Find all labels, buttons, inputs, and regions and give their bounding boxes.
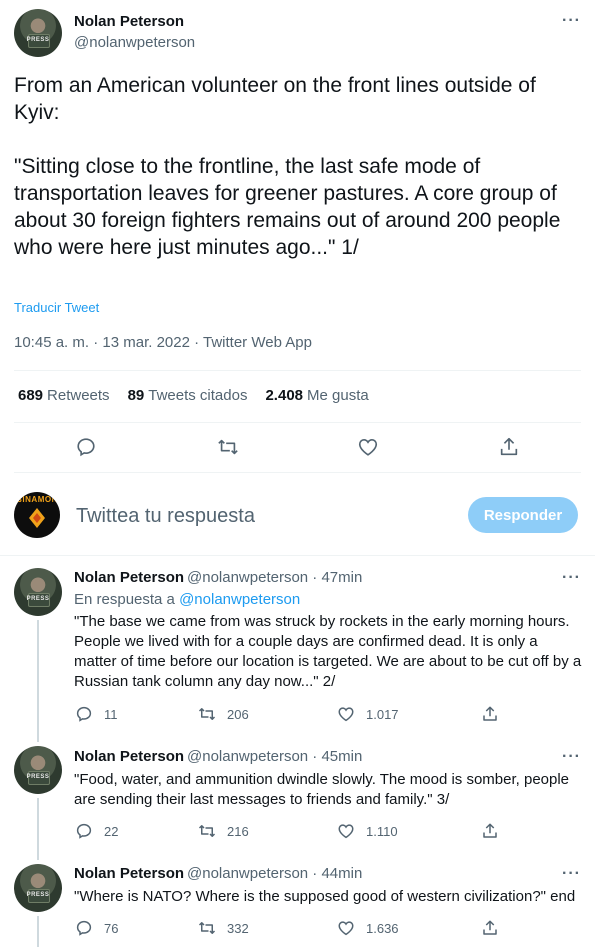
like-button[interactable]: 1.110 [336,821,398,841]
reply-author-name[interactable]: Nolan Peterson [74,748,184,765]
like-count: 1.636 [366,920,399,936]
heart-icon [336,918,356,938]
retweet-button[interactable]: 332 [197,918,249,938]
likes-stat[interactable]: 2.408 Me gusta [265,387,368,404]
divider [14,472,581,473]
retweet-icon [197,704,217,724]
retweet-count: 206 [227,706,249,722]
share-button[interactable] [480,918,500,938]
more-options-icon[interactable]: ··· [562,749,581,765]
like-count: 1.110 [366,823,398,839]
thread-line [37,798,39,860]
reply-author-handle[interactable]: @nolanwpeterson · 44min [187,865,362,882]
avatar-badge: PRESS [26,891,50,898]
avatar-badge: PRESS [26,36,50,43]
share-button[interactable] [480,704,500,724]
divider [0,555,595,556]
reply-count: 76 [104,920,119,936]
share-button[interactable] [480,821,500,841]
reply-text: "Where is NATO? Where is the supposed go… [74,888,576,905]
like-button[interactable]: 1.636 [336,918,399,938]
in-reply-handle-link[interactable]: @nolanwpeterson [179,591,300,608]
share-icon [480,704,500,724]
thread-line [37,620,39,742]
reply-author-name[interactable]: Nolan Peterson [74,569,184,586]
reply-icon [74,918,94,938]
divider [14,370,581,371]
reply-icon [74,704,94,724]
in-reply-prefix: En respuesta a [74,591,175,608]
tweet-meta[interactable]: 10:45 a. m. · 13 mar. 2022 · Twitter Web… [14,334,312,351]
reply-author-handle[interactable]: @nolanwpeterson · 45min [187,748,362,765]
translate-tweet-link[interactable]: Traducir Tweet [14,300,99,315]
retweet-icon [197,918,217,938]
retweets-count: 689 [18,387,44,404]
share-icon [500,437,518,456]
reply-button[interactable] [71,432,101,462]
more-options-icon[interactable]: ··· [562,570,581,586]
retweet-icon [197,821,217,841]
avatar[interactable]: PRESS [14,568,62,616]
heart-icon [336,704,356,724]
divider [14,422,581,423]
retweets-stat[interactable]: 689 Retweets [18,387,110,404]
tweet-text: From an American volunteer on the front … [14,74,561,259]
share-button[interactable] [494,432,524,462]
retweet-button[interactable] [213,432,243,462]
retweets-label: Retweets [47,387,110,404]
tweet-actions [0,432,595,462]
retweet-icon [218,439,238,455]
reply-button[interactable]: 76 [74,918,118,938]
heart-icon [358,439,378,456]
avatar-badge: PRESS [26,595,50,602]
reply-icon [74,821,94,841]
retweet-count: 216 [227,823,249,839]
quotes-count: 89 [127,387,145,404]
share-icon [480,918,500,938]
retweet-count: 332 [227,920,249,936]
logo-icon [29,508,45,528]
quotes-stat[interactable]: 89 Tweets citados [128,387,248,404]
tweet-stats: 689 Retweets 89 Tweets citados 2.408 Me gus… [18,387,369,404]
retweet-button[interactable]: 216 [197,821,249,841]
like-count: 1.017 [366,706,399,722]
reply-author-handle[interactable]: @nolanwpeterson · 47min [187,569,362,586]
submit-reply-button[interactable]: Responder [468,497,578,533]
likes-label: Me gusta [307,387,369,404]
avatar-badge: PRESS [26,773,50,780]
reply-button[interactable]: 22 [74,821,118,841]
in-reply-to: En respuesta a @nolanwpeterson [74,591,300,608]
avatar[interactable]: PRESS [14,864,62,912]
quotes-label: Tweets citados [148,387,248,404]
likes-count: 2.408 [265,387,304,404]
thread-line [37,916,39,947]
share-icon [480,821,500,841]
reply-button[interactable]: 11 [74,704,118,724]
reply-icon [77,438,95,457]
heart-icon [336,821,356,841]
user-avatar[interactable]: BINAMON [14,492,60,538]
like-button[interactable] [353,432,383,462]
reply-text: "Food, water, and ammunition dwindle slo… [74,771,570,808]
reply-count: 11 [104,706,118,722]
reply-text: "The base we came from was struck by roc… [74,613,582,690]
reply-input[interactable]: Twittea tu respuesta [76,505,255,528]
retweet-button[interactable]: 206 [197,704,249,724]
avatar[interactable]: PRESS [14,9,62,57]
avatar[interactable]: PRESS [14,746,62,794]
reply-author-name[interactable]: Nolan Peterson [74,865,184,882]
reply-count: 22 [104,823,119,839]
like-button[interactable]: 1.017 [336,704,399,724]
author-name[interactable]: Nolan Peterson [74,13,184,30]
more-options-icon[interactable]: ··· [562,13,581,29]
more-options-icon[interactable]: ··· [562,866,581,882]
author-handle[interactable]: @nolanwpeterson [74,34,195,51]
